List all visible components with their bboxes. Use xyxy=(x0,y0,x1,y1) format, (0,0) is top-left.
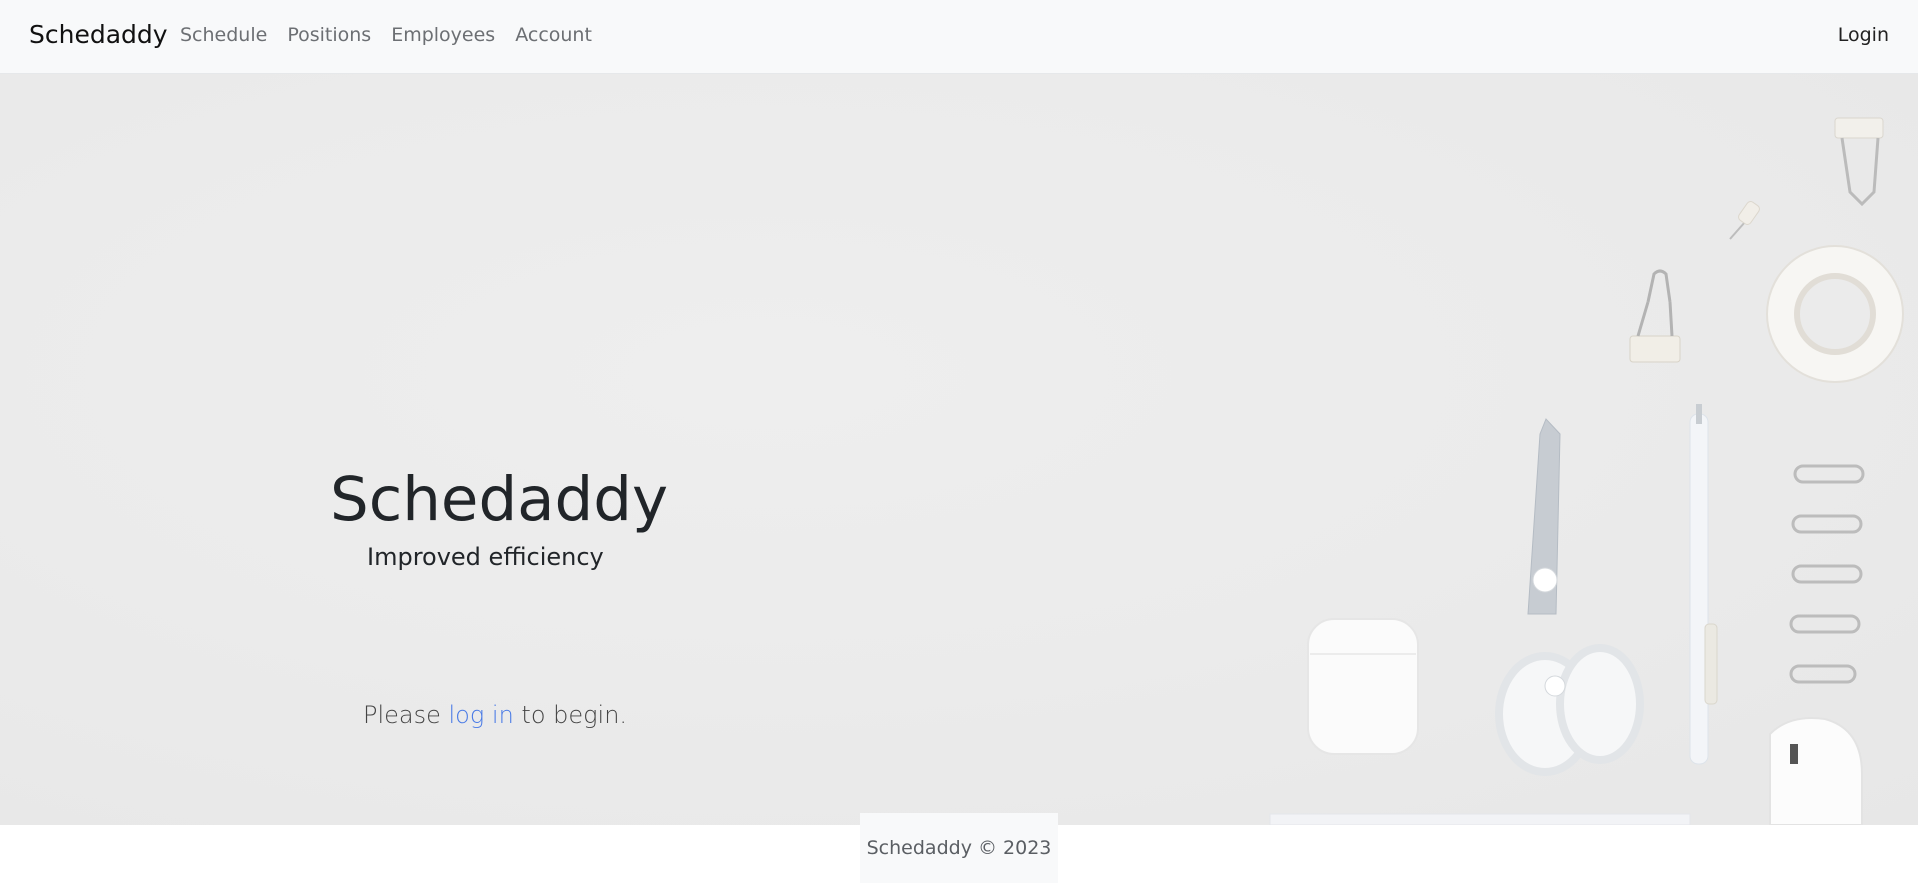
hero-subtitle: Improved efficiency xyxy=(367,543,604,571)
pen-icon xyxy=(1689,404,1718,765)
earbuds-case-icon xyxy=(1307,618,1419,755)
office-supplies-image xyxy=(1269,117,1904,825)
hero-title: Schedaddy xyxy=(330,464,669,535)
paper-stack xyxy=(1269,813,1691,825)
hero-call-to-action: Please log in to begin. xyxy=(363,699,627,731)
small-binder-clip-icon xyxy=(1629,269,1681,363)
nav-link-positions[interactable]: Positions xyxy=(287,22,371,48)
cta-text-before: Please xyxy=(363,701,449,729)
binder-clip-icon xyxy=(1834,117,1884,207)
hero-banner: Schedaddy Improved efficiency Please log… xyxy=(0,74,1918,825)
tape-roll-icon xyxy=(1766,245,1904,383)
scissors-icon xyxy=(1495,418,1644,776)
nav-links: Schedule Positions Employees Account xyxy=(180,22,592,48)
login-link[interactable]: Login xyxy=(1838,22,1889,48)
login-inline-link[interactable]: log in xyxy=(449,701,514,729)
cta-text-after: to begin. xyxy=(513,701,628,729)
footer-copyright: Schedaddy © 2023 xyxy=(866,837,1052,859)
paper-clips-icon xyxy=(1789,464,1865,684)
brand-link[interactable]: Schedaddy xyxy=(29,18,168,52)
page-footer: Schedaddy © 2023 xyxy=(860,813,1058,883)
tape-dispenser-icon xyxy=(1769,717,1863,825)
nav-link-schedule[interactable]: Schedule xyxy=(180,22,267,48)
push-pin-icon xyxy=(1729,201,1760,240)
nav-link-employees[interactable]: Employees xyxy=(391,22,495,48)
nav-link-account[interactable]: Account xyxy=(515,22,592,48)
top-navbar: Schedaddy Schedule Positions Employees A… xyxy=(0,0,1918,74)
